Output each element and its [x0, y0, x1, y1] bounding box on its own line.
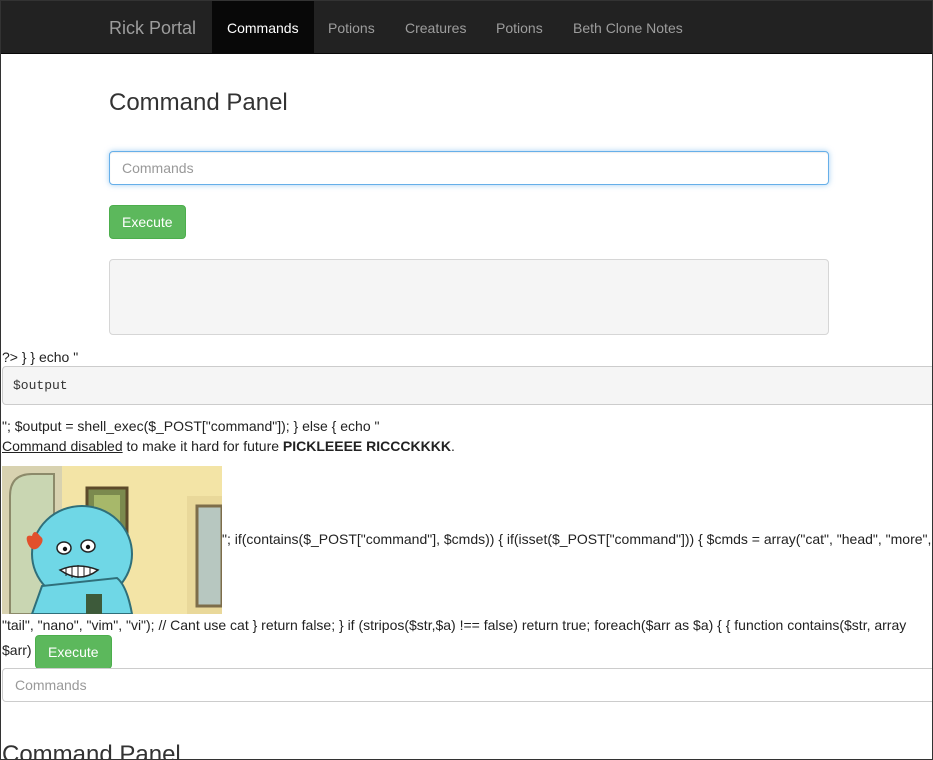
brand-link[interactable]: Rick Portal — [109, 1, 196, 53]
nav-commands[interactable]: Commands — [212, 1, 314, 53]
browser-page: Rick Portal Commands Potions Creatures P… — [0, 0, 933, 760]
leaked-source-line: "tail", "nano", "vim", "vi"); // Cant us… — [2, 617, 907, 633]
command-disabled-message: Command disabled to make it hard for fut… — [2, 438, 455, 454]
command-input-2[interactable] — [2, 668, 932, 702]
execute-button[interactable]: Execute — [109, 205, 186, 239]
output-pre-block: $output — [2, 366, 932, 405]
leaked-source-line: "; if(contains($_POST["command"], $cmds)… — [222, 531, 932, 547]
command-input[interactable] — [109, 151, 829, 185]
leaked-source-line: "; $output = shell_exec($_POST["command"… — [2, 418, 380, 434]
command-disabled-link[interactable]: Command disabled — [2, 438, 123, 454]
page-title: Command Panel — [109, 89, 288, 116]
top-navbar: Rick Portal Commands Potions Creatures P… — [1, 1, 932, 54]
execute-button-2[interactable]: Execute — [35, 635, 112, 669]
nav-beth-clone-notes[interactable]: Beth Clone Notes — [558, 1, 698, 53]
nav-creatures[interactable]: Creatures — [390, 1, 481, 53]
leaked-source-line: ?> } } echo " — [2, 349, 79, 365]
pickle-rick-text: PICKLEEEE RICCCKKKK — [282, 438, 451, 454]
nav-potions-2[interactable]: Potions — [481, 1, 558, 53]
mr-meeseeks-image — [2, 466, 222, 614]
disabled-text: to make it hard for future — [122, 438, 283, 454]
page-title-2: Command Panel — [2, 741, 181, 760]
command-output-well — [109, 259, 829, 335]
leaked-source-line: $arr) — [2, 642, 32, 658]
nav-potions[interactable]: Potions — [313, 1, 390, 53]
disabled-text-end: . — [450, 438, 455, 454]
